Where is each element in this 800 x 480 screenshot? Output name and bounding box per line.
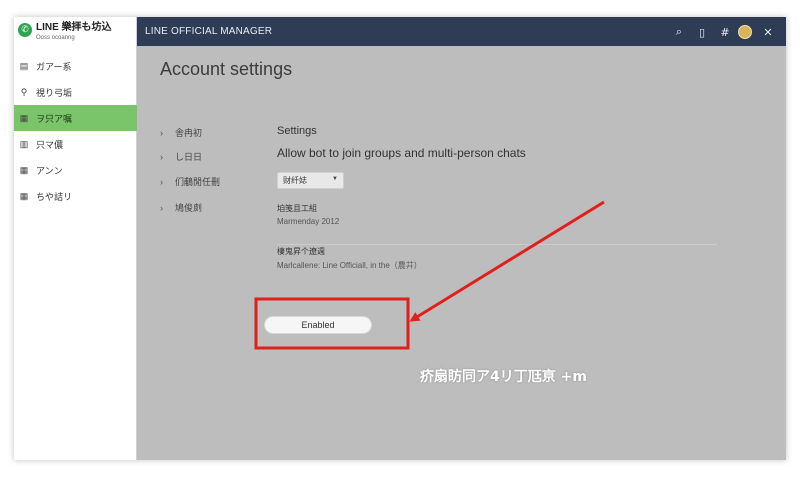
sidebar: ✆ LINE 樂拝も坊込 Ooss ocoanng ▤ ガアー系 ⚲ 視り弓垢 … — [14, 17, 137, 460]
app-title: LINE OFFICIAL MANAGER — [145, 26, 273, 37]
sidebar-item-label: ガアー系 — [36, 61, 72, 72]
info-label-1: 垍笺且工組 — [277, 204, 317, 213]
sidebar-item-label: アンン — [36, 165, 63, 176]
search-icon[interactable]: ⌕ — [669, 22, 689, 42]
dropdown-arrow-icon: ▼ — [332, 176, 338, 182]
list-icon: ▤ — [19, 60, 29, 71]
grid-icon: ▦ — [19, 112, 29, 123]
location-pin-icon: ⚲ — [20, 86, 28, 97]
top-bar: LINE OFFICIAL MANAGER ⌕ ▯ # ✕ — [137, 17, 786, 46]
enabled-button[interactable]: Enabled — [264, 316, 372, 334]
dropdown-value: 财纤娡 — [283, 176, 307, 185]
grid-icon: ▦ — [19, 190, 29, 201]
section-label: し日日 — [175, 152, 203, 162]
sidebar-item-2[interactable]: ⚲ 視り弓垢 — [14, 79, 137, 105]
logo-subtitle: Ooss ocoanng — [36, 35, 75, 41]
section-4[interactable]: › 鳩俊㓟 — [160, 201, 202, 214]
settings-heading: Settings — [277, 125, 317, 137]
sidebar-item-1[interactable]: ▤ ガアー系 — [14, 53, 137, 79]
sidebar-item-label: ちや詰リ — [36, 191, 73, 202]
close-icon[interactable]: ✕ — [758, 22, 778, 42]
table-icon: ▥ — [19, 138, 29, 149]
sidebar-item-5[interactable]: ▦ アンン — [14, 157, 137, 183]
chevron-right-icon: › — [160, 202, 163, 213]
section-1[interactable]: › 舎冉初 — [160, 126, 202, 139]
chevron-right-icon: › — [160, 176, 163, 187]
allow-bot-label: Allow bot to join groups and multi-perso… — [277, 146, 526, 160]
sidebar-item-label: 視り弓垢 — [36, 87, 73, 98]
avatar[interactable] — [738, 25, 752, 39]
device-icon[interactable]: ▯ — [692, 22, 712, 42]
sidebar-nav: ▤ ガアー系 ⚲ 視り弓垢 ▦ ヲ只ア嘱 ▥ 只マ儂 ▦ アンン ▦ ちや詰リ — [14, 53, 137, 209]
section-3[interactable]: › 们鵏閒任刪 — [160, 175, 220, 188]
info-value-2: Marlcallene: Line Officiall, in the（農𦬇） — [277, 261, 422, 270]
app-logo[interactable]: ✆ LINE 樂拝も坊込 Ooss ocoanng — [18, 22, 112, 50]
grid-icon: ▦ — [19, 164, 29, 175]
settings-dropdown[interactable]: 财纤娡 ▼ — [277, 172, 344, 189]
app-window: ✆ LINE 樂拝も坊込 Ooss ocoanng ▤ ガアー系 ⚲ 視り弓垢 … — [14, 17, 786, 460]
chevron-right-icon: › — [160, 151, 163, 162]
info-value-1: Marmenday 2012 — [277, 217, 340, 226]
page-title: Account settings — [160, 59, 293, 79]
hash-icon[interactable]: # — [715, 22, 735, 42]
section-label: 们鵏閒任刪 — [175, 177, 221, 187]
sidebar-item-4[interactable]: ▥ 只マ儂 — [14, 131, 137, 157]
main-content: Account settings › 舎冉初 › し日日 › 们鵏閒任刪 › 鳩… — [137, 46, 786, 460]
sidebar-item-label: ヲ只ア嘱 — [36, 113, 73, 124]
info-label-2: 棲鬼昇个遼週 — [277, 247, 325, 256]
sidebar-item-label: 只マ儂 — [36, 139, 64, 150]
sidebar-item-3-active[interactable]: ▦ ヲ只ア嘱 — [14, 105, 137, 131]
chevron-right-icon: › — [160, 127, 163, 138]
section-label: 鳩俊㓟 — [175, 203, 203, 213]
section-2[interactable]: › し日日 — [160, 150, 202, 163]
top-bar-icons: ⌕ ▯ # ✕ — [666, 22, 778, 42]
annotation-caption: 疥扇眆同ア4リ丁尫亰 +m — [420, 369, 587, 385]
divider — [277, 244, 717, 245]
logo-title: LINE 樂拝も坊込 — [36, 22, 112, 33]
line-logo-icon: ✆ — [18, 23, 32, 37]
sidebar-item-6[interactable]: ▦ ちや詰リ — [14, 183, 137, 209]
section-label: 舎冉初 — [175, 128, 203, 138]
